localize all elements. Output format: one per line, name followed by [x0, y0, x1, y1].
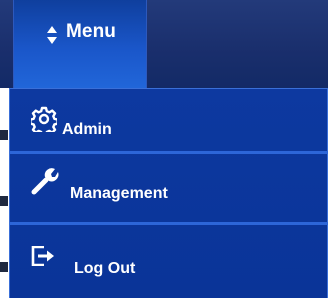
menu-item-label: Log Out	[74, 260, 136, 277]
dropdown-menu: Admin Management Log Out	[9, 88, 328, 298]
menu-toggle-button[interactable]: Menu	[13, 0, 147, 88]
menu-item-label: Management	[70, 185, 168, 202]
sign-out-icon	[31, 246, 54, 266]
menu-item-management[interactable]: Management	[10, 154, 328, 222]
top-navbar: Menu	[0, 0, 328, 88]
menu-item-label: Admin	[62, 121, 112, 138]
background-artifact	[0, 262, 8, 272]
menu-toggle-label: Menu	[66, 21, 117, 42]
gear-icon	[31, 106, 57, 132]
background-artifact	[0, 130, 8, 140]
menu-item-log-out[interactable]: Log Out	[10, 225, 328, 293]
wrench-icon	[31, 168, 59, 195]
menu-item-admin[interactable]: Admin	[10, 89, 328, 157]
background-artifact	[0, 196, 8, 206]
sort-arrows-icon	[47, 26, 57, 44]
